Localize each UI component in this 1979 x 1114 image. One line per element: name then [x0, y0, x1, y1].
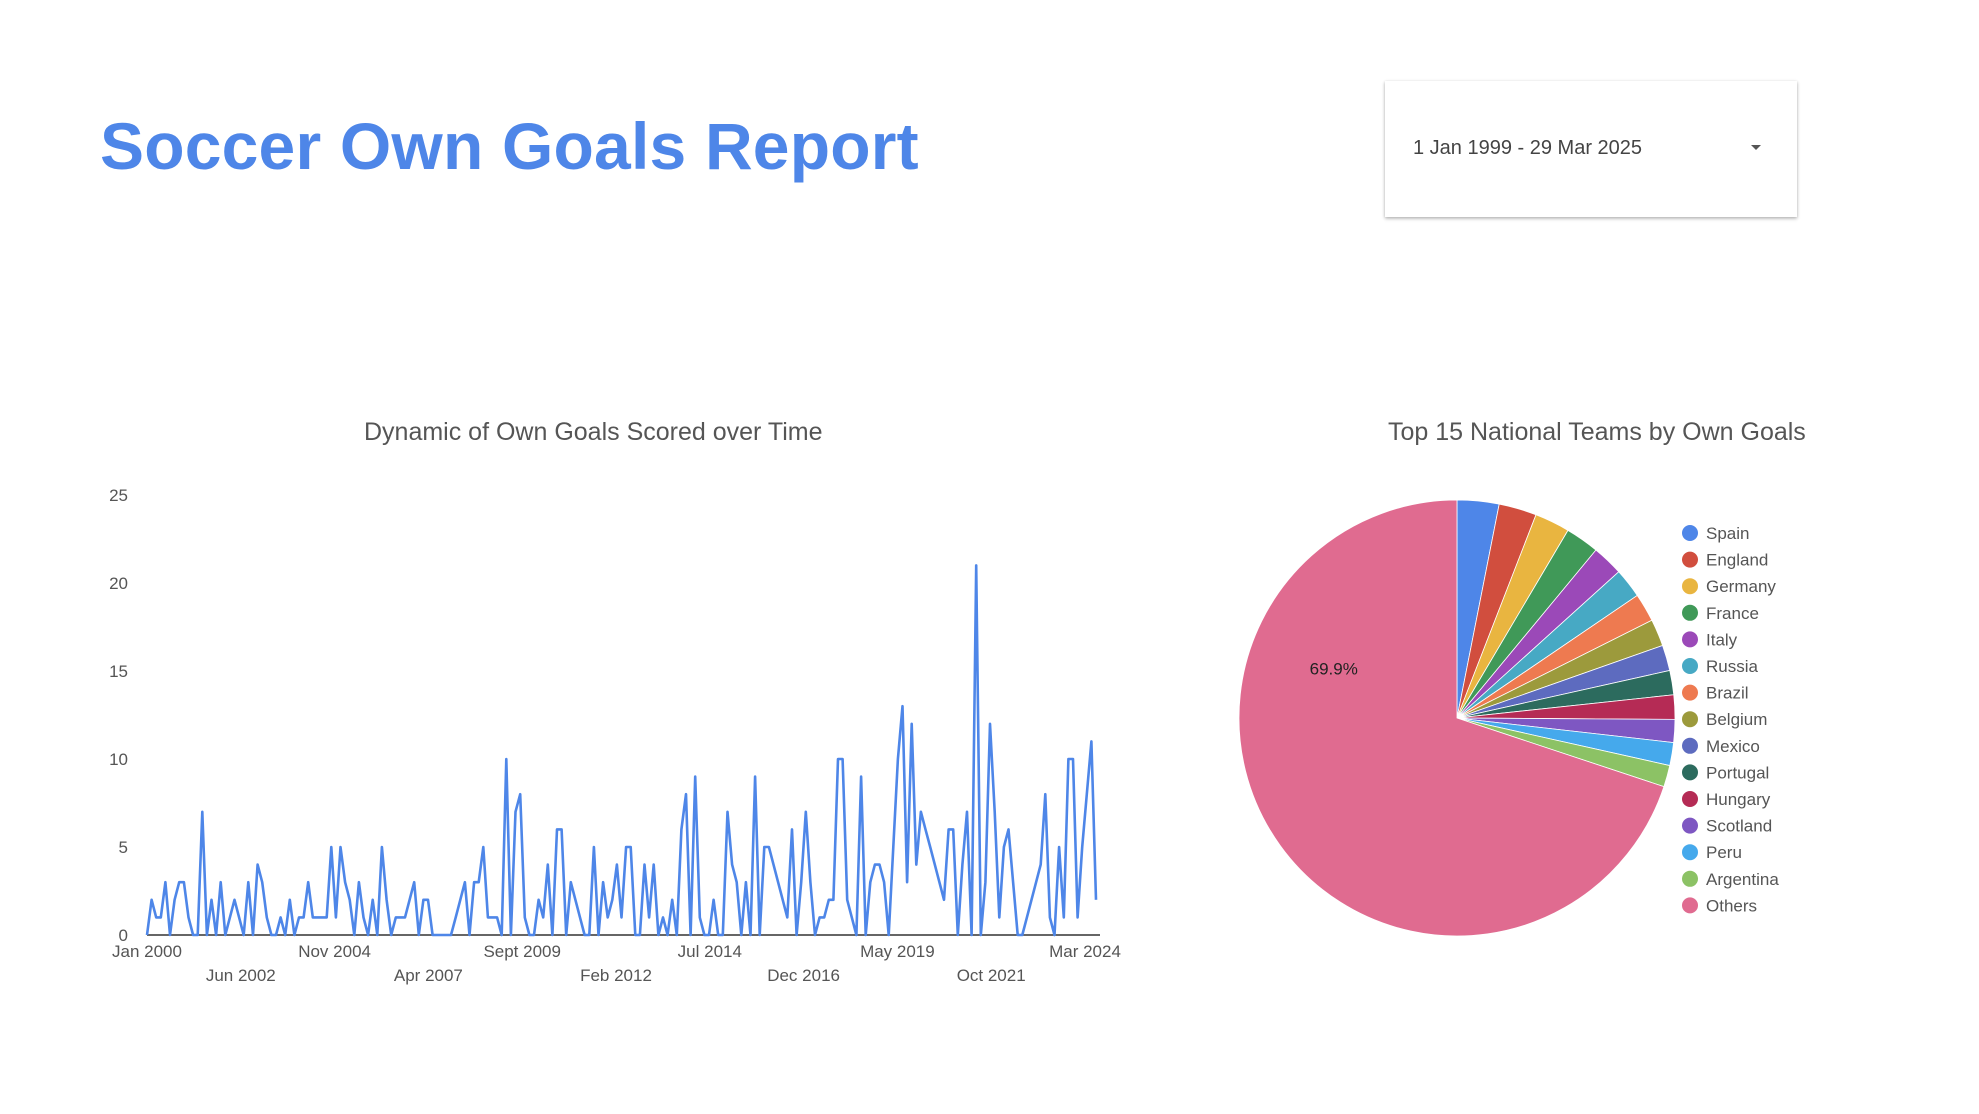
x-tick-label: Sept 2009 [483, 942, 561, 961]
legend-item-peru: Peru [1706, 843, 1742, 862]
pie-chart-title: Top 15 National Teams by Own Goals [1388, 418, 1806, 446]
legend-marker [1682, 870, 1698, 887]
line-chart-title: Dynamic of Own Goals Scored over Time [364, 418, 823, 446]
x-tick-label: Jan 2000 [112, 942, 182, 961]
legend-item-belgium: Belgium [1706, 710, 1767, 729]
own-goals-line-chart: 0510152025Jan 2000Jun 2002Nov 2004Apr 20… [109, 486, 1121, 985]
legend-item-scotland: Scotland [1706, 817, 1772, 836]
page-title: Soccer Own Goals Report [100, 109, 919, 183]
national-teams-pie-chart: 69.9% Spain England Germany France Italy Russi… [1238, 499, 1779, 937]
legend-item-argentina: Argentina [1706, 870, 1779, 889]
legend-item-england: England [1706, 551, 1768, 570]
chevron-down-icon[interactable] [1751, 145, 1761, 150]
legend-marker [1682, 631, 1698, 648]
y-tick-label: 20 [109, 574, 128, 593]
date-range-value: 1 Jan 1999 - 29 Mar 2025 [1413, 137, 1643, 159]
series-line [145, 564, 1098, 937]
x-tick-label: Apr 2007 [394, 966, 463, 985]
y-tick-label: 5 [119, 838, 128, 857]
legend-marker [1682, 817, 1698, 834]
x-tick-label: Jun 2002 [206, 966, 276, 985]
y-tick-label: 15 [109, 662, 128, 681]
x-tick-label: Dec 2016 [767, 966, 840, 985]
legend-marker [1682, 551, 1698, 568]
legend-item-others: Others [1706, 896, 1757, 915]
legend-marker [1682, 737, 1698, 754]
legend-marker [1682, 684, 1698, 701]
legend-item-france: France [1706, 604, 1759, 623]
x-tick-label: Jul 2014 [678, 942, 742, 961]
legend-item-italy: Italy [1706, 630, 1738, 649]
x-tick-label: Oct 2021 [957, 966, 1026, 985]
legend-marker [1682, 578, 1698, 595]
x-tick-label: Mar 2024 [1049, 942, 1121, 961]
y-tick-label: 10 [109, 750, 128, 769]
x-tick-label: Nov 2004 [298, 942, 371, 961]
legend-item-portugal: Portugal [1706, 763, 1769, 782]
legend-item-mexico: Mexico [1706, 737, 1760, 756]
legend-marker [1682, 604, 1698, 621]
legend-marker [1682, 525, 1698, 541]
legend-item-spain: Spain [1706, 524, 1749, 543]
legend-marker [1682, 844, 1698, 861]
x-tick-label: May 2019 [860, 942, 935, 961]
legend-item-brazil: Brazil [1706, 684, 1749, 703]
x-tick-label: Feb 2012 [580, 966, 652, 985]
legend-marker [1682, 897, 1698, 914]
legend-item-germany: Germany [1706, 577, 1776, 596]
pie-slice-label: 69.9% [1310, 659, 1358, 678]
legend-marker [1682, 711, 1698, 728]
date-range-control[interactable]: 1 Jan 1999 - 29 Mar 2025 [1385, 81, 1797, 217]
legend-marker [1682, 658, 1698, 674]
legend-item-russia: Russia [1706, 657, 1759, 676]
legend-marker [1682, 791, 1698, 807]
y-tick-label: 25 [109, 486, 128, 505]
legend-item-hungary: Hungary [1706, 790, 1771, 809]
legend-marker [1682, 764, 1698, 781]
